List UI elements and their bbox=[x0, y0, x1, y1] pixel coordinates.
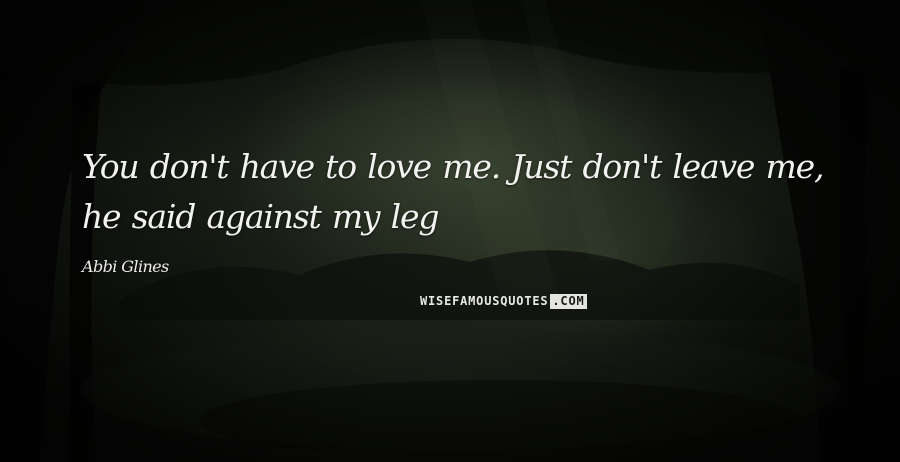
watermark-main-text: WISEFAMOUSQUOTES bbox=[420, 294, 549, 308]
site-watermark-logo: WISEFAMOUSQUOTES .COM bbox=[420, 294, 587, 309]
watermark-domain-suffix: .COM bbox=[550, 294, 587, 309]
quote-author: Abbi Glines bbox=[82, 257, 169, 276]
quote-text: You don't have to love me. Just don't le… bbox=[82, 147, 824, 236]
quote-card: You don't have to love me. Just don't le… bbox=[0, 0, 900, 462]
